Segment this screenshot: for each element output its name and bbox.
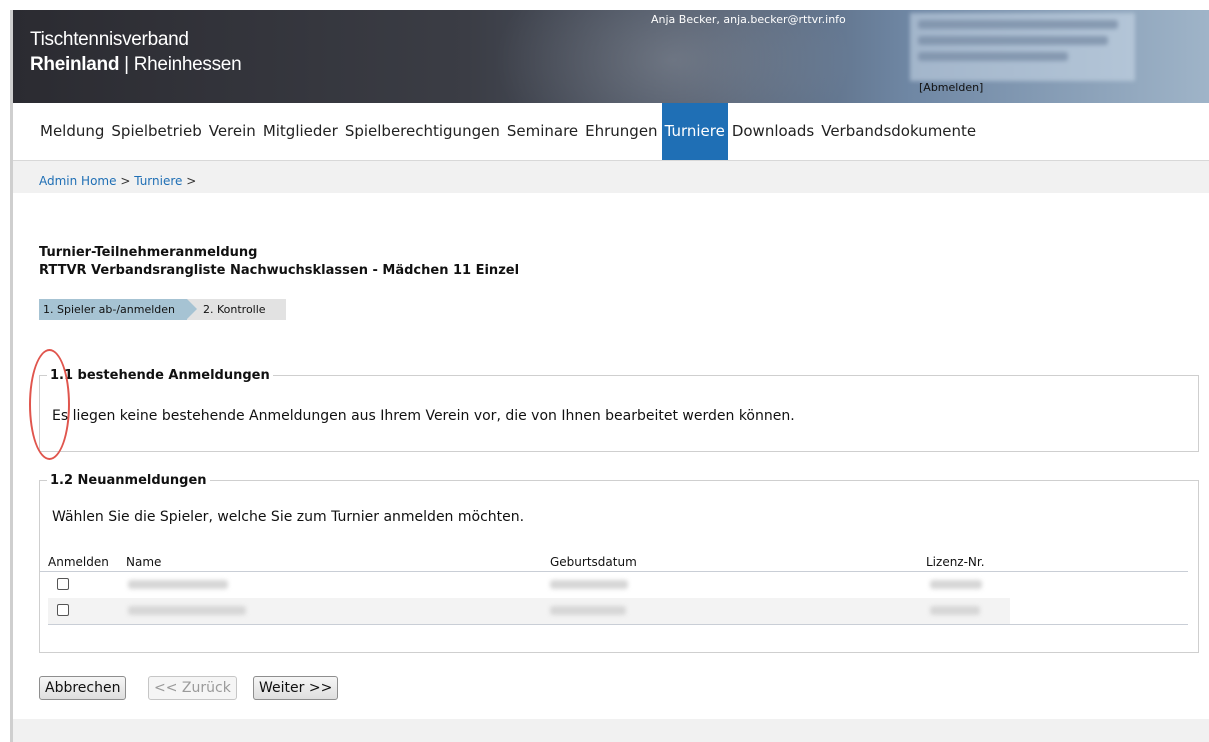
nav-item-meldung[interactable]: Meldung	[37, 103, 107, 160]
column-header-license: Lizenz-Nr.	[926, 555, 985, 569]
existing-registrations-legend: 1.1 bestehende Anmeldungen	[50, 368, 270, 383]
cancel-button[interactable]: Abbrechen	[39, 676, 127, 700]
table-bottom-border	[48, 624, 1188, 625]
new-registrations-legend: 1.2 Neuanmeldungen	[50, 473, 207, 488]
tournament-name: RTTVR Verbandsrangliste Nachwuchsklassen…	[39, 263, 520, 278]
nav-item-seminare[interactable]: Seminare	[504, 103, 581, 160]
breadcrumb-turniere[interactable]: Turniere	[134, 174, 182, 188]
nav-item-turniere[interactable]: Turniere	[661, 103, 728, 160]
no-registrations-message: Es liegen keine bestehende Anmeldungen a…	[52, 408, 795, 424]
nav-item-spielberechtigungen[interactable]: Spielberechtigungen	[342, 103, 503, 160]
register-checkbox[interactable]	[57, 604, 69, 616]
new-registrations-section: 1.2 Neuanmeldungen Wählen Sie die Spiele…	[39, 473, 1199, 653]
nav-item-mitglieder[interactable]: Mitglieder	[260, 103, 341, 160]
page-frame: Tischtennisverband Rheinland | Rheinhess…	[10, 10, 1209, 742]
step-2: 2. Kontrolle	[187, 299, 286, 320]
nav-item-downloads[interactable]: Downloads	[729, 103, 817, 160]
main-content: Turnier-Teilnehmeranmeldung RTTVR Verban…	[13, 193, 1209, 719]
brand-name-line1: Tischtennisverband	[30, 29, 189, 50]
brand-name-line2: Rheinland | Rheinhessen	[30, 54, 242, 76]
club-selector-blurred[interactable]	[910, 13, 1135, 81]
main-nav: Meldung Spielbetrieb Verein Mitglieder S…	[13, 103, 1209, 161]
player-name-redacted	[128, 606, 246, 615]
birthdate-redacted	[550, 606, 626, 615]
nav-item-ehrungen[interactable]: Ehrungen	[582, 103, 660, 160]
site-header: Tischtennisverband Rheinland | Rheinhess…	[13, 10, 1209, 103]
breadcrumb-home[interactable]: Admin Home	[39, 174, 117, 188]
new-registrations-instructions: Wählen Sie die Spieler, welche Sie zum T…	[52, 509, 525, 525]
column-header-name: Name	[126, 555, 162, 569]
birthdate-redacted	[550, 580, 628, 589]
page-title: Turnier-Teilnehmeranmeldung	[39, 245, 258, 260]
step-1-active: 1. Spieler ab-/anmelden	[39, 299, 197, 320]
player-name-redacted	[128, 580, 228, 589]
back-button[interactable]: << Zurück	[148, 676, 237, 700]
table-row	[48, 598, 1010, 624]
nav-item-spielbetrieb[interactable]: Spielbetrieb	[108, 103, 204, 160]
table-header: Anmelden Name Geburtsdatum Lizenz-Nr.	[40, 554, 1188, 572]
column-header-birthdate: Geburtsdatum	[550, 555, 637, 569]
logout-link[interactable]: [Abmelden]	[919, 81, 983, 94]
brand-bold: Rheinland	[30, 54, 120, 75]
user-info: Anja Becker, anja.becker@rttvr.info	[651, 13, 846, 26]
breadcrumb-separator: >	[182, 174, 197, 188]
nav-item-verein[interactable]: Verein	[206, 103, 259, 160]
register-checkbox[interactable]	[57, 578, 69, 590]
next-button[interactable]: Weiter >>	[253, 676, 339, 700]
nav-item-verbandsdokumente[interactable]: Verbandsdokumente	[818, 103, 979, 160]
license-redacted	[930, 580, 982, 589]
wizard-steps: 1. Spieler ab-/anmelden 2. Kontrolle	[39, 299, 286, 320]
brand-rest: | Rheinhessen	[119, 54, 242, 75]
breadcrumb: Admin Home > Turniere >	[39, 174, 196, 188]
existing-registrations-section: 1.1 bestehende Anmeldungen Es liegen kei…	[39, 368, 1199, 452]
breadcrumb-separator: >	[116, 174, 135, 188]
license-redacted	[930, 606, 980, 615]
column-header-register: Anmelden	[48, 555, 109, 569]
table-row	[48, 572, 1010, 598]
